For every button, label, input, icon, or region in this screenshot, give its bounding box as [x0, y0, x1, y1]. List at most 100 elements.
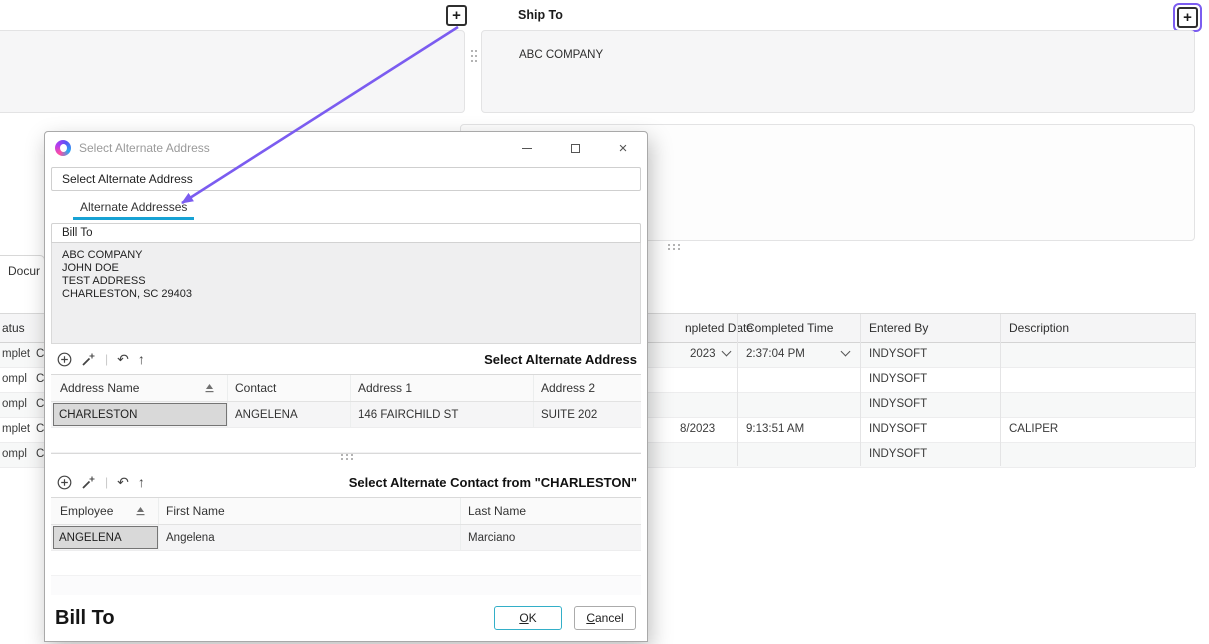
- entered-by-cell: INDYSOFT: [869, 373, 927, 385]
- move-up-button[interactable]: ↑: [138, 352, 145, 366]
- bill-to-group-header: Bill To: [51, 223, 641, 243]
- contact-section-title: Select Alternate Contact from "CHARLESTO…: [349, 475, 637, 490]
- address-name-cell[interactable]: CHARLESTON: [53, 402, 228, 427]
- ok-button[interactable]: OK: [494, 606, 562, 630]
- add-record-button[interactable]: [57, 352, 72, 367]
- tab-documents[interactable]: Docur: [0, 255, 45, 286]
- contact-cell[interactable]: ANGELENA: [228, 402, 351, 427]
- select-alternate-address-dialog: Select Alternate Address × Select Altern…: [44, 131, 648, 642]
- cell-text: Angelena: [166, 532, 215, 544]
- dialog-footer: Bill To OK Cancel: [45, 595, 647, 641]
- empty-row[interactable]: [51, 428, 641, 453]
- bill-to-footer-label: Bill To: [55, 607, 115, 630]
- date-dropdown-icon[interactable]: [722, 347, 732, 357]
- column-header-contact[interactable]: Contact: [228, 375, 351, 401]
- column-header-status[interactable]: atus: [2, 321, 25, 335]
- auto-fill-button[interactable]: [81, 352, 96, 367]
- first-name-cell[interactable]: Angelena: [159, 525, 461, 550]
- contact-grid-header: Employee First Name Last Name: [51, 498, 641, 525]
- magic-wand-icon: [81, 475, 96, 490]
- bill-to-address-box: ABC COMPANY JOHN DOE TEST ADDRESS CHARLE…: [51, 243, 641, 344]
- toolbar-separator: |: [105, 352, 108, 366]
- address-1-cell[interactable]: 146 FAIRCHILD ST: [351, 402, 534, 427]
- tab-strip: Alternate Addresses: [51, 195, 641, 221]
- dialog-titlebar[interactable]: Select Alternate Address ×: [45, 132, 647, 164]
- dialog-title: Select Alternate Address: [79, 141, 210, 155]
- column-header-label: Last Name: [468, 504, 526, 518]
- bill-to-group: Bill To ABC COMPANY JOHN DOE TEST ADDRES…: [51, 223, 641, 344]
- column-header-entered-by[interactable]: Entered By: [869, 321, 928, 335]
- column-header-completed-time[interactable]: Completed Time: [746, 321, 833, 335]
- column-header-completed-date[interactable]: npleted Date: [685, 321, 753, 335]
- completed-time-cell: 9:13:51 AM: [746, 423, 804, 435]
- application-window: + Ship To + ABC COMPANY Docur atus nplet…: [0, 0, 1209, 644]
- vertical-splitter-grip[interactable]: [471, 50, 479, 64]
- selected-cell[interactable]: ANGELENA: [53, 526, 158, 549]
- maximize-button[interactable]: [551, 132, 599, 164]
- ok-accesskey: O: [519, 611, 528, 625]
- time-dropdown-icon[interactable]: [841, 347, 851, 357]
- add-ship-to-button[interactable]: +: [1177, 7, 1198, 28]
- column-header-employee[interactable]: Employee: [53, 498, 159, 524]
- employee-cell[interactable]: ANGELENA: [53, 525, 159, 550]
- auto-fill-button[interactable]: [81, 475, 96, 490]
- column-header-address-name[interactable]: Address Name: [53, 375, 228, 401]
- add-record-button[interactable]: [57, 475, 72, 490]
- status-cell: mplet: [2, 348, 30, 360]
- column-divider: [860, 314, 861, 466]
- alternate-address-grid: Address Name Contact Address 1 Address 2…: [51, 374, 641, 454]
- column-header-label: Contact: [235, 381, 276, 395]
- horizontal-splitter-grip[interactable]: [668, 244, 682, 252]
- plus-circle-icon: [57, 352, 72, 367]
- address-line: TEST ADDRESS: [62, 275, 640, 288]
- column-header-last-name[interactable]: Last Name: [461, 498, 641, 524]
- column-header-label: Employee: [60, 504, 113, 518]
- completed-date-cell: 2023: [690, 348, 716, 360]
- dialog-splitter-grip[interactable]: [341, 454, 355, 462]
- cancel-label-rest: ancel: [595, 611, 624, 625]
- address-section-title: Select Alternate Address: [484, 352, 637, 367]
- close-button[interactable]: ×: [599, 132, 647, 164]
- bill-to-panel-body: [0, 30, 465, 113]
- move-up-button[interactable]: ↑: [138, 475, 145, 489]
- add-address-button[interactable]: +: [446, 5, 467, 26]
- column-header-address-2[interactable]: Address 2: [534, 375, 641, 401]
- minimize-button[interactable]: [503, 132, 551, 164]
- address-row-selected[interactable]: CHARLESTON ANGELENA 146 FAIRCHILD ST SUI…: [51, 402, 641, 428]
- cell-text: 146 FAIRCHILD ST: [358, 409, 458, 421]
- address-2-cell[interactable]: SUITE 202: [534, 402, 641, 427]
- status-cell: ompl: [2, 398, 27, 410]
- window-controls: ×: [503, 132, 647, 164]
- column-header-label: Address 1: [358, 381, 412, 395]
- selected-cell[interactable]: CHARLESTON: [53, 403, 227, 426]
- ship-to-panel-title: Ship To: [518, 8, 563, 22]
- contact-row-selected[interactable]: ANGELENA Angelena Marciano: [51, 525, 641, 551]
- status-cell: ompl: [2, 373, 27, 385]
- cancel-button[interactable]: Cancel: [574, 606, 636, 630]
- completed-date-cell: 8/2023: [680, 423, 715, 435]
- column-header-label: Address 2: [541, 381, 595, 395]
- column-divider: [737, 314, 738, 466]
- maximize-icon: [571, 144, 580, 153]
- contact-toolbar: | ↶ ↑ Select Alternate Contact from "CHA…: [45, 467, 647, 497]
- column-header-address-1[interactable]: Address 1: [351, 375, 534, 401]
- cell-text: SUITE 202: [541, 409, 597, 421]
- cancel-accesskey: C: [586, 611, 595, 625]
- entered-by-cell: INDYSOFT: [869, 448, 927, 460]
- tab-alternate-addresses[interactable]: Alternate Addresses: [73, 195, 194, 220]
- sort-ascending-icon: [204, 383, 215, 393]
- address-line: JOHN DOE: [62, 262, 640, 275]
- address-line: ABC COMPANY: [62, 249, 640, 262]
- undo-button[interactable]: ↶: [117, 475, 129, 489]
- empty-row[interactable]: [51, 551, 641, 576]
- column-header-first-name[interactable]: First Name: [159, 498, 461, 524]
- undo-button[interactable]: ↶: [117, 352, 129, 366]
- plus-circle-icon: [57, 475, 72, 490]
- last-name-cell[interactable]: Marciano: [461, 525, 641, 550]
- close-icon: ×: [619, 141, 628, 156]
- ship-to-panel-body: ABC COMPANY: [481, 30, 1195, 113]
- column-header-label: First Name: [166, 504, 225, 518]
- address-line: CHARLESTON, SC 29403: [62, 288, 640, 301]
- add-ship-to-button-focus-ring: +: [1173, 3, 1202, 32]
- column-header-description[interactable]: Description: [1009, 321, 1069, 335]
